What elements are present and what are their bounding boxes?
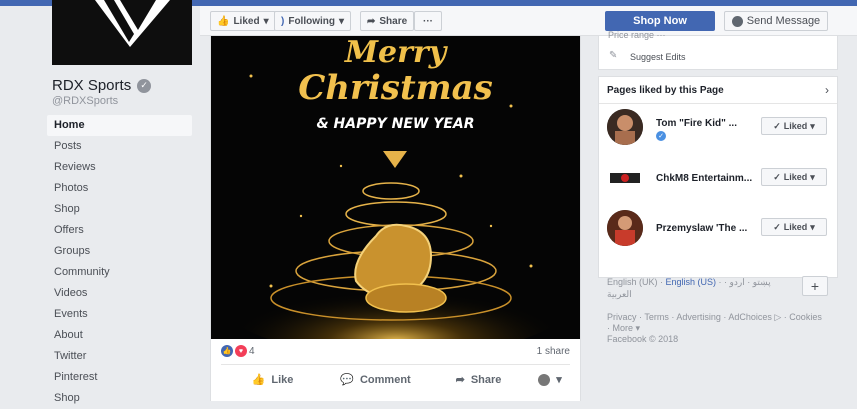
check-icon: ✓ [773,221,781,232]
share-count[interactable]: 1 share [537,346,570,357]
page-profile-picture[interactable] [52,0,192,65]
nav-item-shop-2[interactable]: Shop [47,388,192,409]
pages-liked-card: Pages liked by this Page › Tom "Fire Kid… [598,76,838,278]
nav-item-about[interactable]: About [47,325,192,346]
page-handle: @RDXSports [52,95,119,107]
post-card: Merry Christmas & HAPPY NEW YEAR 👍 ♥ 4 1… [210,36,581,401]
pages-liked-title[interactable]: Pages liked by this Page [607,85,724,96]
avatar[interactable] [607,210,643,246]
avatar[interactable] [607,160,643,196]
greeting-merry: Merry [344,36,447,70]
chevron-down-icon: ▾ [810,171,815,182]
liked-label: Liked [233,15,260,27]
share-page-button[interactable]: ➦ Share [360,11,415,31]
nav-item-events[interactable]: Events [47,304,192,325]
nav-item-pinterest[interactable]: Pinterest [47,367,192,388]
nav-item-reviews[interactable]: Reviews [47,157,192,178]
liked-page-button[interactable]: ✓ Liked ▾ [761,168,827,186]
nav-item-groups[interactable]: Groups [47,241,192,262]
nav-item-twitter[interactable]: Twitter [47,346,192,367]
send-message-button[interactable]: Send Message [724,11,828,31]
chevron-down-icon: ▾ [556,374,562,386]
share-label: Share [379,15,408,27]
reaction-summary[interactable]: 👍 ♥ 4 [221,345,255,357]
liked-page-name[interactable]: Tom "Fire Kid" ... [656,118,756,129]
page-nav: Home Posts Reviews Photos Shop Offers Gr… [47,115,192,409]
verified-icon: ✓ [656,131,666,141]
pencil-icon: ✎ [609,50,618,61]
chevron-down-icon: ▾ [339,15,345,27]
nav-item-offers[interactable]: Offers [47,220,192,241]
copyright: Facebook © 2018 [607,334,679,344]
comment-button[interactable]: 💬 Comment [324,373,427,387]
share-label: Share [470,373,502,386]
nav-item-posts[interactable]: Posts [47,136,192,157]
following-button[interactable]: ) Following ▾ [274,11,352,31]
liked-page-name[interactable]: ChkM8 Entertainm... [656,173,756,184]
nav-item-home[interactable]: Home [47,115,192,136]
comment-label: Comment [359,373,411,386]
liked-button[interactable]: 👍 Liked ▾ [210,11,276,31]
liked-page-button-label: Liked [783,222,808,232]
liked-page-item: ChkM8 Entertainm... ✓ Liked ▾ [607,160,833,196]
following-label: Following [288,15,335,27]
page-action-bar: 👍 Liked ▾ ) Following ▾ ➦ Share ··· Shop… [200,6,857,36]
more-options-button[interactable]: ··· [414,11,442,31]
share-button[interactable]: ➦ Share [427,373,530,387]
messenger-icon [731,15,743,27]
love-reaction-icon: ♥ [235,345,247,357]
language-selector: English (UK) · English (US) · پښتو · ارد… [607,277,771,299]
liked-page-name[interactable]: Przemyslaw 'The ... [656,223,756,234]
about-card: Price range ··· ✎ Suggest Edits [598,30,838,70]
post-as-selector[interactable]: ▾ [530,373,570,386]
share-arrow-icon: ➦ [455,374,465,386]
chevron-down-icon: ▾ [810,120,815,131]
chevron-right-icon[interactable]: › [825,83,829,97]
nav-item-videos[interactable]: Videos [47,283,192,304]
reaction-count: 4 [249,345,255,357]
avatar[interactable] [607,109,643,145]
chevron-down-icon: ▾ [810,221,815,232]
share-arrow-icon: ➦ [367,15,376,27]
avatar [538,373,551,386]
greeting-new-year: & HAPPY NEW YEAR [316,116,475,132]
rss-icon: ) [281,15,285,27]
liked-page-button[interactable]: ✓ Liked ▾ [761,117,827,135]
nav-item-shop[interactable]: Shop [47,199,192,220]
page-name-text[interactable]: RDX Sports [52,77,131,94]
send-message-label: Send Message [746,15,821,27]
about-partial-text: Price range ··· [608,30,666,40]
liked-page-item: Tom "Fire Kid" ... ✓ ✓ Liked ▾ [607,109,833,145]
liked-page-button[interactable]: ✓ Liked ▾ [761,218,827,236]
current-language: English (UK) [607,277,658,287]
footer-link-list[interactable]: Privacy · Terms · Advertising · AdChoice… [607,312,827,334]
thumbs-up-icon: 👍 [217,15,230,27]
language-link[interactable]: English (US) [666,277,717,287]
check-icon: ✓ [773,171,781,182]
thumbs-up-icon: 👍 [251,374,266,386]
left-column: RDX Sports ✓ @RDXSports Home Posts Revie… [0,0,200,404]
like-reaction-icon: 👍 [221,345,233,357]
liked-page-item: Przemyslaw 'The ... ✓ Liked ▾ [607,210,833,246]
add-language-button[interactable]: + [802,276,828,296]
like-label: Like [271,373,294,386]
footer-links: Privacy · Terms · Advertising · AdChoice… [607,312,827,345]
check-icon: ✓ [773,120,781,131]
page-name[interactable]: RDX Sports ✓ [52,77,152,94]
liked-page-button-label: Liked [783,172,808,182]
nav-item-photos[interactable]: Photos [47,178,192,199]
verified-icon: ✓ [137,78,152,93]
suggest-edits-link[interactable]: Suggest Edits [630,52,686,62]
post-actions: 👍 Like 💬 Comment ➦ Share ▾ [221,364,570,394]
liked-page-button-label: Liked [783,121,808,131]
chevron-down-icon: ▾ [263,15,269,27]
greeting-christmas: Christmas [298,68,493,108]
comment-icon: 💬 [340,374,354,386]
nav-item-community[interactable]: Community [47,262,192,283]
post-image[interactable]: Merry Christmas & HAPPY NEW YEAR [211,36,580,339]
shop-now-button[interactable]: Shop Now [605,11,715,31]
like-button[interactable]: 👍 Like [221,373,324,387]
